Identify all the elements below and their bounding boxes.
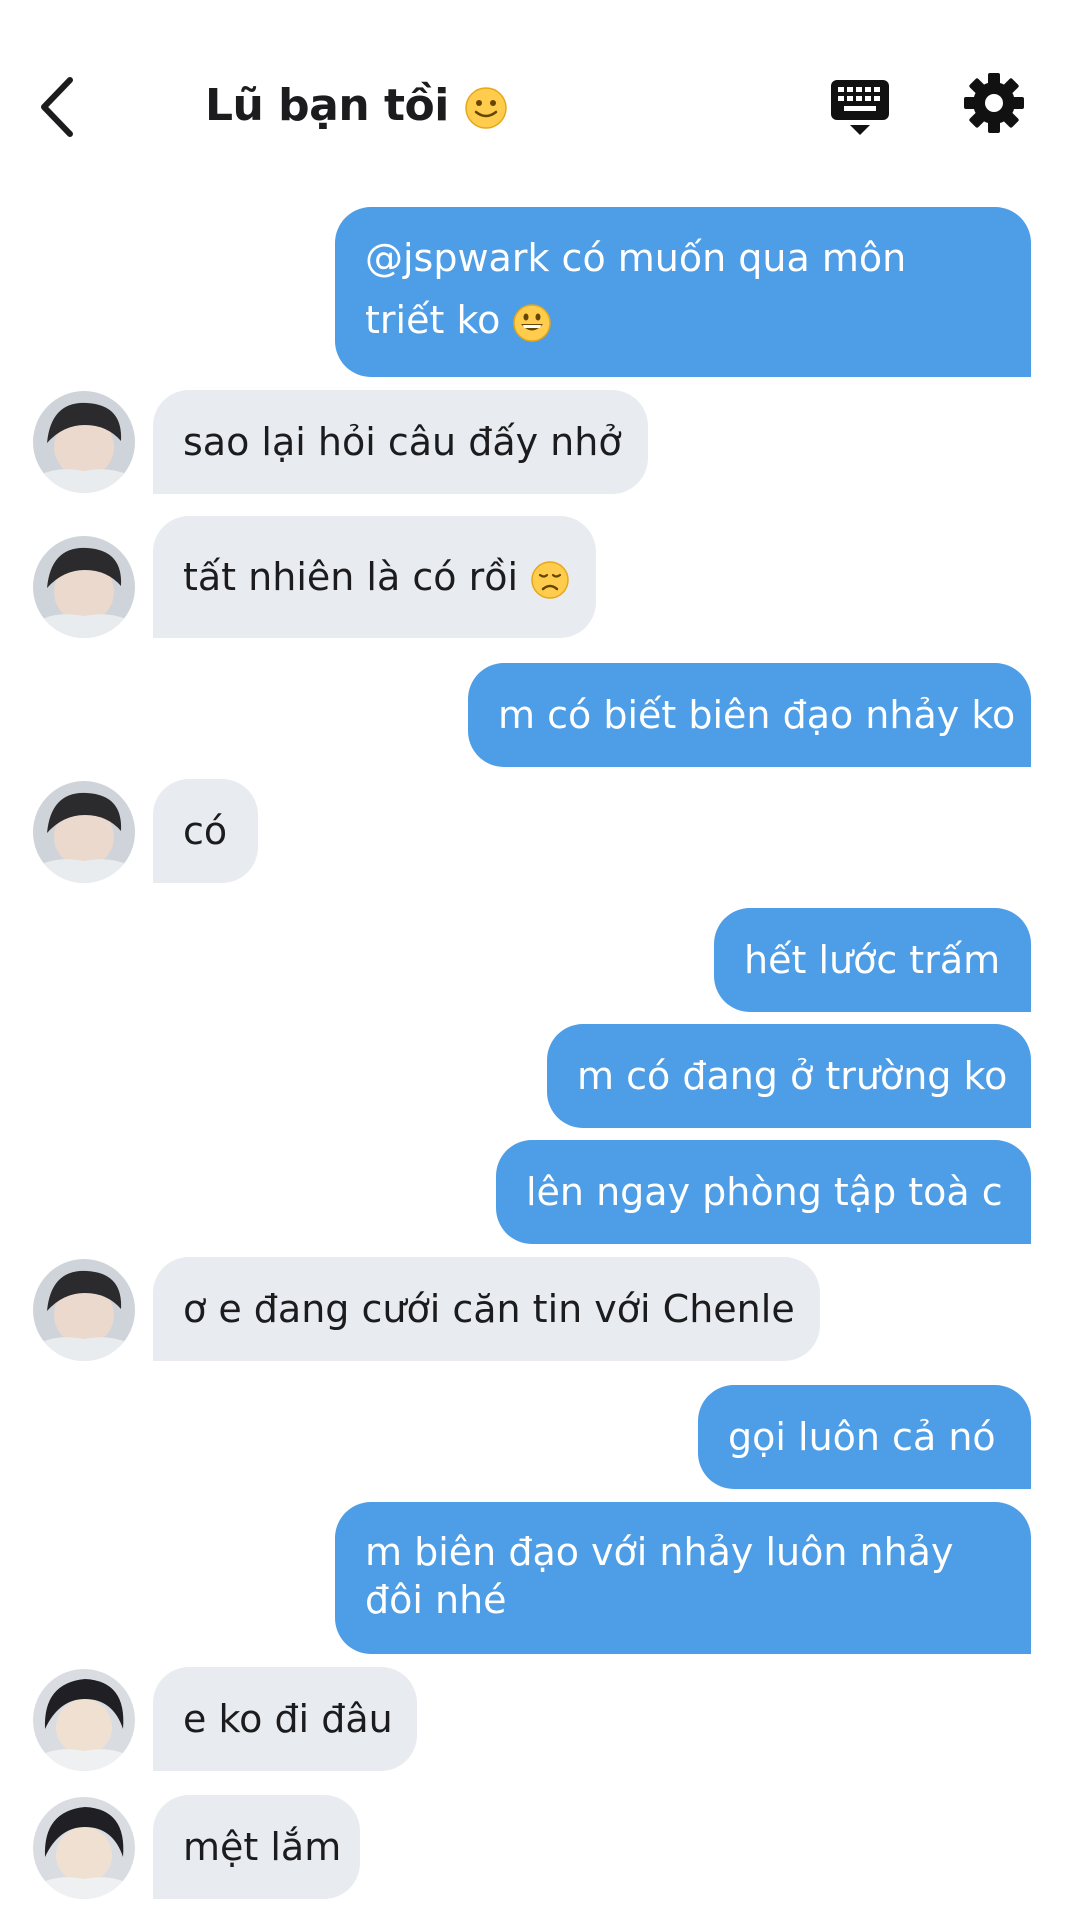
avatar-photo-icon	[33, 1669, 135, 1771]
avatar-photo-icon	[33, 1797, 135, 1899]
back-button[interactable]	[30, 72, 90, 142]
avatar[interactable]	[33, 1797, 135, 1899]
keyboard-button[interactable]	[830, 78, 890, 138]
message-row: e ko đi đâu	[0, 1667, 1066, 1771]
message-row: @jspwark có muốn qua môn triết ko	[0, 207, 1066, 377]
avatar[interactable]	[33, 391, 135, 493]
avatar-photo-icon	[33, 781, 135, 883]
chat-title: Lũ bạn tồi	[205, 80, 508, 131]
grinning-face-icon	[513, 303, 552, 342]
message-row: lên ngay phòng tập toà c	[0, 1140, 1066, 1244]
outgoing-message-bubble[interactable]: m có biết biên đạo nhảy ko	[468, 663, 1031, 767]
message-text: @jspwark có muốn qua môn triết ko	[365, 236, 907, 342]
message-row: m có đang ở trường ko	[0, 1024, 1066, 1128]
avatar[interactable]	[33, 1669, 135, 1771]
chat-header: Lũ bạn tồi	[0, 0, 1066, 190]
message-row: mệt lắm	[0, 1795, 1066, 1899]
message-text: sao lại hỏi câu đấy nhở	[183, 420, 622, 464]
avatar-photo-icon	[33, 536, 135, 638]
outgoing-message-bubble[interactable]: hết lước trấm	[714, 908, 1031, 1012]
outgoing-message-bubble[interactable]: lên ngay phòng tập toà c	[496, 1140, 1031, 1244]
avatar-photo-icon	[33, 1259, 135, 1361]
message-text: hết lước trấm	[744, 938, 1001, 982]
message-text: gọi luôn cả nó	[728, 1415, 996, 1459]
back-chevron-icon	[41, 77, 73, 137]
message-row: m có biết biên đạo nhảy ko	[0, 663, 1066, 767]
message-text: tất nhiên là có rồi	[183, 555, 519, 599]
gear-icon	[964, 73, 1024, 133]
disappointed-face-icon	[531, 560, 569, 599]
message-text: ơ e đang cưới căn tin với Chenle	[183, 1287, 795, 1331]
avatar[interactable]	[33, 536, 135, 638]
message-text: m có đang ở trường ko	[577, 1054, 1008, 1098]
message-row: sao lại hỏi câu đấy nhở	[0, 390, 1066, 494]
avatar-photo-icon	[33, 391, 135, 493]
incoming-message-bubble[interactable]: ơ e đang cưới căn tin với Chenle	[153, 1257, 820, 1361]
message-text: m có biết biên đạo nhảy ko	[498, 693, 1016, 737]
avatar[interactable]	[33, 781, 135, 883]
message-text: mệt lắm	[183, 1825, 342, 1869]
incoming-message-bubble[interactable]: mệt lắm	[153, 1795, 360, 1899]
settings-button[interactable]	[963, 72, 1025, 134]
incoming-message-bubble[interactable]: sao lại hỏi câu đấy nhở	[153, 390, 648, 494]
message-row: tất nhiên là có rồi	[0, 516, 1066, 638]
message-row: m biên đạo với nhảy luôn nhảy đôi nhé	[0, 1502, 1066, 1654]
message-text: lên ngay phòng tập toà c	[526, 1170, 1003, 1214]
message-row: hết lước trấm	[0, 908, 1066, 1012]
outgoing-message-bubble[interactable]: gọi luôn cả nó	[698, 1385, 1031, 1489]
incoming-message-bubble[interactable]: tất nhiên là có rồi	[153, 516, 596, 638]
keyboard-icon	[831, 80, 889, 135]
message-text: e ko đi đâu	[183, 1697, 393, 1741]
incoming-message-bubble[interactable]: có	[153, 779, 258, 883]
avatar[interactable]	[33, 1259, 135, 1361]
chat-title-text: Lũ bạn tồi	[205, 80, 449, 131]
incoming-message-bubble[interactable]: e ko đi đâu	[153, 1667, 417, 1771]
message-row: ơ e đang cưới căn tin với Chenle	[0, 1257, 1066, 1361]
message-row: gọi luôn cả nó	[0, 1385, 1066, 1489]
message-text: có	[183, 809, 228, 853]
message-text: m biên đạo với nhảy luôn nhảy đôi nhé	[365, 1530, 954, 1622]
outgoing-message-bubble[interactable]: @jspwark có muốn qua môn triết ko	[335, 207, 1031, 377]
slightly-smiling-face-icon	[464, 87, 507, 129]
message-row: có	[0, 779, 1066, 883]
outgoing-message-bubble[interactable]: m biên đạo với nhảy luôn nhảy đôi nhé	[335, 1502, 1031, 1654]
outgoing-message-bubble[interactable]: m có đang ở trường ko	[547, 1024, 1031, 1128]
